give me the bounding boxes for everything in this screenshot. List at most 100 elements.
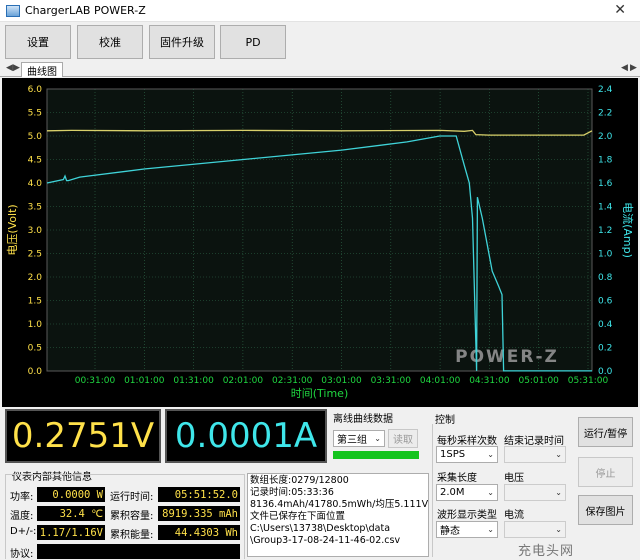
power-value: 0.0000 W bbox=[37, 487, 105, 502]
chart-watermark: POWER-Z bbox=[455, 347, 559, 367]
read-button[interactable]: 读取 bbox=[388, 429, 418, 448]
y-tick-label-right: 2.4 bbox=[598, 85, 613, 95]
offline-data-title: 离线曲线数据 bbox=[333, 414, 393, 425]
run-pause-button[interactable]: 运行/暂停 bbox=[578, 417, 633, 447]
runtime-label: 运行时间: bbox=[110, 492, 154, 503]
x-tick-label: 04:31:00 bbox=[469, 376, 510, 386]
x-tick-label: 05:31:00 bbox=[568, 376, 609, 386]
y-tick-label-left: 0.5 bbox=[28, 344, 42, 354]
power-label: 功率: bbox=[10, 492, 34, 503]
chevron-down-icon: ⌄ bbox=[374, 434, 381, 443]
voltage-readout: 0.2751V bbox=[5, 409, 161, 463]
length-value: 2.0M bbox=[440, 487, 465, 498]
length-label: 采集长度 bbox=[437, 473, 477, 484]
y-tick-label-left: 5.0 bbox=[28, 132, 43, 142]
x-tick-label: 01:31:00 bbox=[173, 376, 214, 386]
current-trigger-select[interactable]: ⌄ bbox=[504, 521, 566, 538]
stop-button[interactable]: 停止 bbox=[578, 457, 633, 487]
progress-bar bbox=[333, 451, 419, 459]
y-tick-label-right: 1.2 bbox=[598, 226, 612, 236]
app-icon bbox=[6, 4, 20, 17]
record-info-box: 数组长度:0279/12800 记录时间:05:33:36 8136.4mAh/… bbox=[247, 473, 429, 557]
x-tick-label: 02:31:00 bbox=[272, 376, 313, 386]
y-tick-label-left: 0.0 bbox=[28, 367, 43, 377]
x-tick-label: 03:01:00 bbox=[321, 376, 362, 386]
temperature-value: 32.4 ℃ bbox=[37, 506, 105, 521]
waveform-label: 波形显示类型 bbox=[437, 510, 497, 521]
tab-scroll-right-icon[interactable]: ▶ bbox=[13, 63, 20, 73]
info-line: 文件已保存在下面位置 bbox=[250, 511, 346, 522]
capacity-value: 8919.335 mAh bbox=[158, 506, 240, 521]
y-tick-label-right: 2.0 bbox=[598, 132, 613, 142]
y-tick-label-left: 4.0 bbox=[28, 179, 43, 189]
x-tick-label: 01:01:00 bbox=[124, 376, 165, 386]
energy-label: 累积能量: bbox=[110, 530, 154, 541]
calibrate-button[interactable]: 校准 bbox=[77, 25, 143, 59]
y-tick-label-left: 4.5 bbox=[28, 156, 42, 166]
info-line: C:\Users\13738\Desktop\data bbox=[250, 523, 391, 534]
tab-scroll-right2-icon[interactable]: ▶ bbox=[630, 63, 637, 73]
length-select[interactable]: 2.0M ⌄ bbox=[436, 484, 498, 501]
y-tick-label-left: 2.0 bbox=[28, 273, 43, 283]
chevron-down-icon: ⌄ bbox=[555, 488, 562, 497]
app-window: ChargerLAB POWER-Z ✕ 设置 校准 固件升级 PD ◀ ▶ 曲… bbox=[0, 0, 640, 560]
info-line: 8136.4mAh/41780.5mWh/均压5.111V bbox=[250, 499, 429, 510]
sample-rate-label: 每秒采样次数 bbox=[437, 436, 497, 447]
pd-button[interactable]: PD bbox=[220, 25, 286, 59]
chart-svg: 0.0 0.00.5 0.21.0 0.41.5 0.62.0 0.82.5 1.03.0 1… bbox=[6, 85, 635, 400]
y-tick-label-left: 6.0 bbox=[28, 85, 43, 95]
info-line: 记录时间:05:33:36 bbox=[250, 487, 334, 498]
firmware-update-button[interactable]: 固件升级 bbox=[149, 25, 215, 59]
current-readout: 0.0001A bbox=[165, 409, 327, 463]
voltage-trigger-select[interactable]: ⌄ bbox=[504, 484, 566, 501]
toolbar: 设置 校准 固件升级 PD bbox=[0, 22, 640, 62]
capacity-label: 累积容量: bbox=[110, 511, 154, 522]
dpdm-value: 1.17/1.16V bbox=[37, 525, 105, 540]
voltage-trigger-label: 电压 bbox=[504, 473, 524, 484]
sample-rate-value: 1SPS bbox=[440, 449, 466, 460]
chevron-down-icon: ⌄ bbox=[555, 450, 562, 459]
chevron-down-icon: ⌄ bbox=[555, 525, 562, 534]
runtime-value: 05:51:52.0 bbox=[158, 487, 240, 502]
chart-area: 0.0 0.0 0.5 0.2 1.0 0.4 1.5 0.6 2.0 0.8 2.5 1.0 3.0 1… bbox=[2, 78, 638, 407]
watermark: 充电头网 bbox=[518, 544, 575, 559]
info-line: \Group3-17-08-24-11-46-02.csv bbox=[250, 535, 401, 546]
x-tick-label: 05:01:00 bbox=[518, 376, 559, 386]
x-tick-label: 02:01:00 bbox=[223, 376, 264, 386]
temperature-label: 温度: bbox=[10, 511, 34, 522]
x-tick-label: 00:31:00 bbox=[75, 376, 116, 386]
tab-scroll-left2-icon[interactable]: ◀ bbox=[621, 63, 628, 73]
protocol-value bbox=[37, 544, 240, 559]
tab-divider bbox=[0, 76, 640, 77]
y-tick-label-right: 1.0 bbox=[598, 250, 613, 260]
x-tick-label: 03:31:00 bbox=[371, 376, 412, 386]
y-tick-label-right: 1.8 bbox=[598, 156, 613, 166]
y-tick-label-left: 1.0 bbox=[28, 320, 43, 330]
save-image-button[interactable]: 保存图片 bbox=[578, 495, 633, 525]
chevron-down-icon: ⌄ bbox=[487, 525, 494, 534]
tab-scroll-left-icon[interactable]: ◀ bbox=[6, 63, 13, 73]
close-icon[interactable]: ✕ bbox=[614, 2, 626, 18]
waveform-select[interactable]: 静态 ⌄ bbox=[436, 521, 498, 538]
tab-chart[interactable]: 曲线图 bbox=[21, 62, 63, 78]
y-tick-label-right: 0.8 bbox=[598, 273, 613, 283]
title-bar: ChargerLAB POWER-Z ✕ bbox=[0, 0, 640, 22]
energy-value: 44.4303 Wh bbox=[158, 525, 240, 540]
end-time-select[interactable]: ⌄ bbox=[504, 446, 566, 463]
sample-rate-select[interactable]: 1SPS ⌄ bbox=[436, 446, 498, 463]
x-axis-title: 时间(Time) bbox=[291, 387, 349, 400]
settings-button[interactable]: 设置 bbox=[5, 25, 71, 59]
chevron-down-icon: ⌄ bbox=[487, 488, 494, 497]
y-tick-label-right: 1.4 bbox=[598, 203, 613, 213]
end-time-label: 结束记录时间 bbox=[504, 436, 564, 447]
info-line: 数组长度:0279/12800 bbox=[250, 475, 349, 486]
y-tick-label-right: 0.4 bbox=[598, 320, 613, 330]
y-tick-label-left: 3.5 bbox=[28, 203, 42, 213]
protocol-label: 协议: bbox=[10, 549, 34, 560]
y-tick-label-left: 3.0 bbox=[28, 226, 43, 236]
y-tick-label-left: 5.5 bbox=[28, 109, 42, 119]
y-tick-label-right: 1.6 bbox=[598, 179, 613, 189]
group-select[interactable]: 第三组 ⌄ bbox=[333, 430, 385, 447]
x-tick-label: 04:01:00 bbox=[420, 376, 461, 386]
y-tick-label-right: 0.2 bbox=[598, 344, 612, 354]
